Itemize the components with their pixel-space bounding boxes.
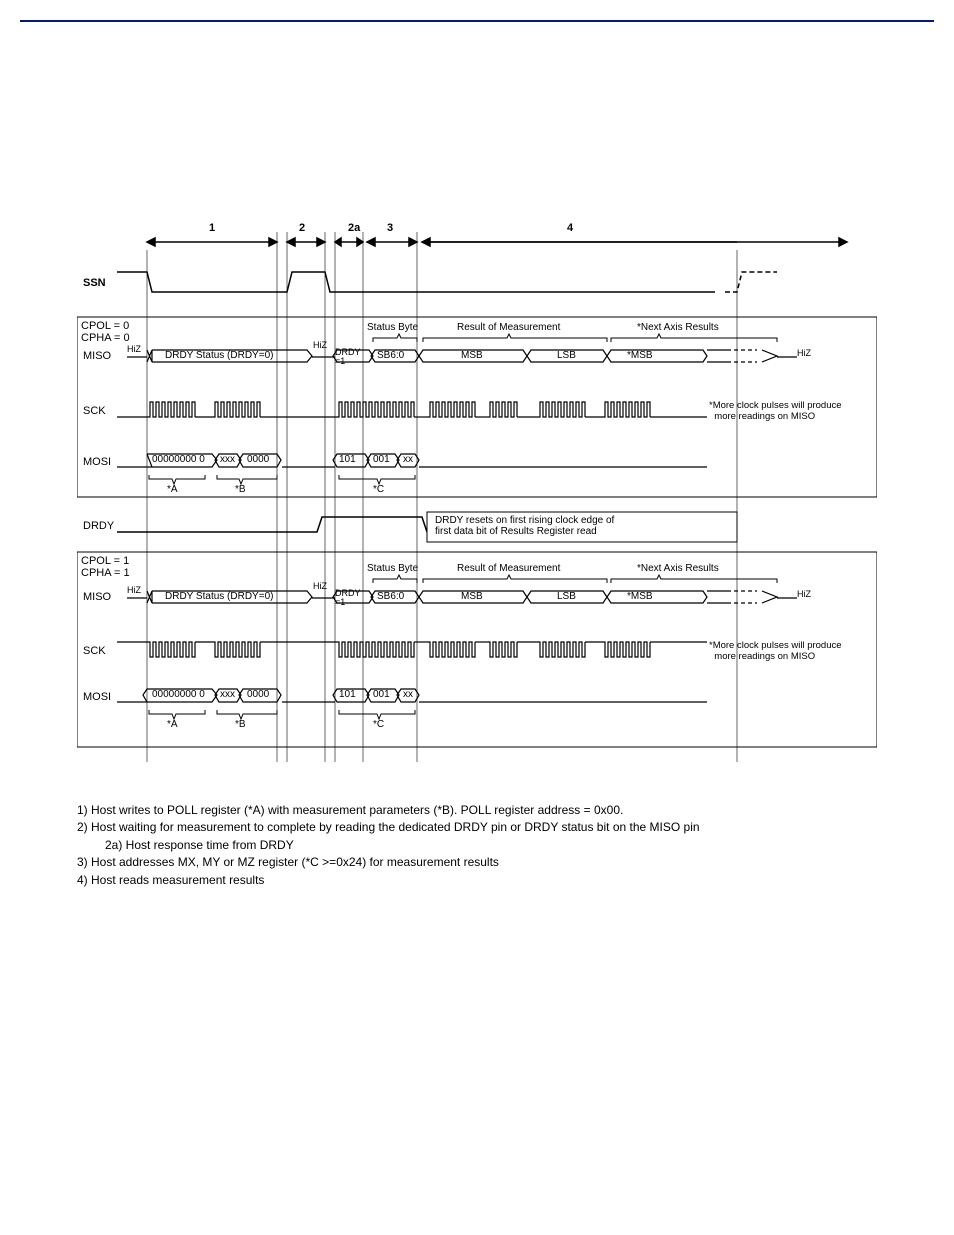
drdy-eq1-1: DRDY =1 [335,589,361,607]
note-3: 3) Host addresses MX, MY or MZ register … [77,854,877,871]
header-rule [20,20,934,22]
mosi-zeros-1: 0000 [247,689,269,700]
note-2a: 2a) Host response time from DRDY [77,837,877,854]
starB-1: *B [235,719,246,730]
mosi-label-1: MOSI [83,691,111,703]
mosi-cmd1-1: 101 [339,689,356,700]
mosi-label-0: MOSI [83,456,111,468]
starC-1: *C [373,719,384,730]
miso-label-0: MISO [83,350,111,362]
mosi-poll-0: 00000000 0 [152,454,205,465]
next-axis-0: *Next Axis Results [637,322,719,333]
cpha0-label: CPHA = 0 [81,332,130,344]
sck-label-1: SCK [83,645,106,657]
note-2: 2) Host waiting for measurement to compl… [77,819,877,836]
mosi-xxx-0: xxx [220,454,235,465]
mosi-cmd2-1: 001 [373,689,390,700]
note-4: 4) Host reads measurement results [77,872,877,889]
hiz-1b: HiZ [313,581,327,591]
result-meas-1: Result of Measurement [457,563,560,574]
sck-label-0: SCK [83,405,106,417]
msb2-1: *MSB [627,591,653,602]
mosi-zeros-0: 0000 [247,454,269,465]
cpol1-label: CPOL = 1 [81,555,129,567]
msb-1: MSB [461,591,483,602]
mosi-cmd1-0: 101 [339,454,356,465]
cpol0-label: CPOL = 0 [81,320,129,332]
ssn-label: SSN [83,277,106,289]
drdy-label: DRDY [83,520,114,532]
timing-diagram: 1 2 2a 3 4 [77,222,877,782]
notes-block: 1) Host writes to POLL register (*A) wit… [77,802,877,889]
note-1: 1) Host writes to POLL register (*A) wit… [77,802,877,819]
sb60-1: SB6:0 [377,591,404,602]
drdy-reset-label: DRDY resets on first rising clock edge o… [435,515,614,537]
more-clock-0: *More clock pulses will produce more rea… [709,400,842,422]
drdy-eq1-0: DRDY =1 [335,348,361,366]
cpha1-label: CPHA = 1 [81,567,130,579]
drdy-status-1: DRDY Status (DRDY=0) [165,591,273,602]
next-axis-1: *Next Axis Results [637,563,719,574]
starA-1: *A [167,719,178,730]
drdy-status-0: DRDY Status (DRDY=0) [165,350,273,361]
starB-0: *B [235,484,246,495]
lsb-0: LSB [557,350,576,361]
more-clock-1: *More clock pulses will produce more rea… [709,640,842,662]
starC-0: *C [373,484,384,495]
status-byte-0: Status Byte [367,322,418,333]
hiz-0b: HiZ [313,340,327,350]
hiz-1c: HiZ [797,589,811,599]
mosi-cmd3-0: xx [403,454,413,465]
msb-0: MSB [461,350,483,361]
hiz-1a: HiZ [127,585,141,595]
mosi-cmd3-1: xx [403,689,413,700]
miso-label-1: MISO [83,591,111,603]
mosi-cmd2-0: 001 [373,454,390,465]
hiz-0c: HiZ [797,348,811,358]
lsb-1: LSB [557,591,576,602]
result-meas-0: Result of Measurement [457,322,560,333]
msb2-0: *MSB [627,350,653,361]
starA-0: *A [167,484,178,495]
status-byte-1: Status Byte [367,563,418,574]
hiz-0a: HiZ [127,344,141,354]
mosi-poll-1: 00000000 0 [152,689,205,700]
sb60-0: SB6:0 [377,350,404,361]
mosi-xxx-1: xxx [220,689,235,700]
